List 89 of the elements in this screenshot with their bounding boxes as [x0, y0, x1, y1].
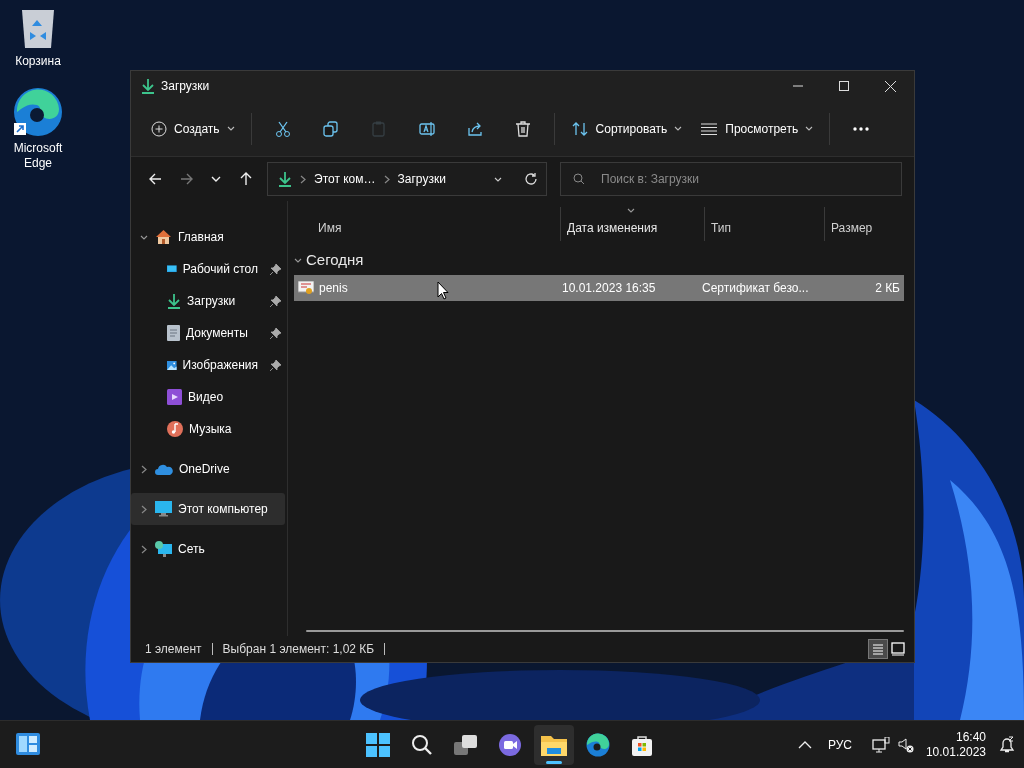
caret-icon: [294, 257, 302, 263]
refresh-icon[interactable]: [524, 172, 538, 186]
edge-icon[interactable]: [586, 733, 610, 757]
type-cell-text: Сертификат безо...: [702, 280, 810, 297]
download-icon: [167, 293, 181, 309]
breadcrumb[interactable]: Загрузки: [397, 170, 446, 188]
sidebar-item[interactable]: Загрузки: [131, 285, 285, 317]
status-text: 1 элемент: [145, 641, 202, 658]
column-header[interactable]: Размер: [824, 207, 900, 241]
clock-date[interactable]: 10.01.2023: [925, 745, 986, 760]
caret-icon: [805, 126, 814, 131]
speaker-muted-icon[interactable]: [897, 737, 914, 753]
view-button[interactable]: Просмотреть: [692, 111, 822, 146]
pin-icon[interactable]: [270, 295, 281, 307]
file-name: penis: [319, 280, 348, 297]
group-header[interactable]: Сегодня: [306, 248, 364, 272]
sidebar-item[interactable]: Рабочий стол: [131, 253, 285, 285]
sidebar-item[interactable]: Видео: [131, 381, 285, 413]
window-title: Загрузки: [161, 78, 210, 95]
chevron-icon[interactable]: [300, 174, 306, 184]
certificate-icon: [298, 281, 314, 295]
house-icon: [155, 229, 172, 245]
search-icon[interactable]: [411, 734, 433, 756]
clock-time[interactable]: 16:40: [955, 730, 986, 745]
desktop-icon-label[interactable]: Корзина: [3, 54, 73, 69]
sidebar-item[interactable]: OneDrive: [131, 453, 285, 485]
sidebar-item[interactable]: Сеть: [131, 533, 285, 565]
cloud-icon: [155, 463, 173, 475]
desktop-icon-label[interactable]: Microsoft Edge: [3, 141, 73, 171]
chevron-icon[interactable]: [383, 174, 390, 184]
more-icon: [852, 125, 871, 132]
folder-icon[interactable]: [541, 734, 567, 756]
film-icon: [167, 389, 182, 405]
date-cell-text: 10.01.2023 16:35: [561, 280, 657, 297]
task-view-icon[interactable]: [454, 734, 478, 756]
search-field[interactable]: Поиск в: Загрузки: [560, 162, 902, 196]
maximize-icon[interactable]: [839, 81, 849, 91]
video-chat-icon[interactable]: [498, 733, 522, 757]
file-row[interactable]: penis 10.01.2023 16:35 Сертификат безо... 2 КБ: [294, 275, 904, 301]
pin-icon[interactable]: [270, 359, 281, 371]
document-icon: [167, 325, 180, 341]
sidebar-item[interactable]: Музыка: [131, 413, 285, 445]
sort-button[interactable]: Сортировать: [562, 111, 691, 146]
column-header[interactable]: Имя: [294, 207, 560, 241]
monitor-icon: [155, 501, 172, 517]
sidebar-item[interactable]: Главная: [131, 221, 285, 253]
caret-icon: [494, 176, 502, 182]
size-cell-text: 2 КБ: [874, 280, 901, 297]
download-icon: [141, 78, 155, 94]
sidebar-item[interactable]: Изображения: [131, 349, 285, 381]
edge-icon[interactable]: [13, 87, 63, 137]
pin-icon[interactable]: [270, 263, 281, 275]
column-header[interactable]: Тип: [704, 207, 824, 241]
download-icon: [278, 171, 292, 187]
sidebar-item[interactable]: Этот компьютер: [131, 493, 285, 525]
plus-icon: [151, 120, 167, 137]
chevron-icon[interactable]: [141, 544, 147, 554]
trash-icon: [513, 119, 532, 138]
music-note-icon: [167, 421, 183, 437]
chevron-icon[interactable]: [141, 464, 147, 474]
copy-icon: [321, 119, 340, 138]
caret-icon: [226, 126, 235, 131]
rename-icon: [417, 119, 436, 138]
store-icon[interactable]: [630, 733, 654, 757]
address-bar[interactable]: Этот ком… Загрузки: [267, 162, 547, 196]
language-indicator[interactable]: РУС: [827, 736, 852, 754]
sidebar-item[interactable]: Документы: [131, 317, 285, 349]
widgets-icon[interactable]: [16, 733, 40, 755]
cursor-icon: [437, 281, 449, 300]
new-button[interactable]: Создать: [143, 111, 243, 146]
clipboard-icon: [369, 119, 388, 138]
up-arrow-icon[interactable]: [238, 171, 254, 187]
column-header[interactable]: Дата изменения: [560, 207, 704, 241]
close-icon[interactable]: [885, 80, 896, 92]
windows-logo-icon[interactable]: [366, 733, 390, 757]
breadcrumb[interactable]: Этот ком…: [314, 170, 376, 188]
status-text: Выбран 1 элемент: 1,02 КБ: [222, 641, 375, 658]
caret-icon: [140, 234, 148, 240]
scissors-icon: [273, 119, 292, 138]
caret-icon: [674, 126, 683, 131]
chevron-up-icon[interactable]: [797, 741, 812, 749]
search-icon: [573, 173, 585, 185]
bell-icon[interactable]: [998, 736, 1016, 754]
network-icon: [155, 541, 172, 557]
pin-icon[interactable]: [270, 327, 281, 339]
caret-icon: [627, 208, 635, 213]
network-icon[interactable]: [871, 737, 890, 753]
chevron-icon[interactable]: [141, 504, 147, 514]
left-arrow-icon[interactable]: [148, 171, 164, 187]
